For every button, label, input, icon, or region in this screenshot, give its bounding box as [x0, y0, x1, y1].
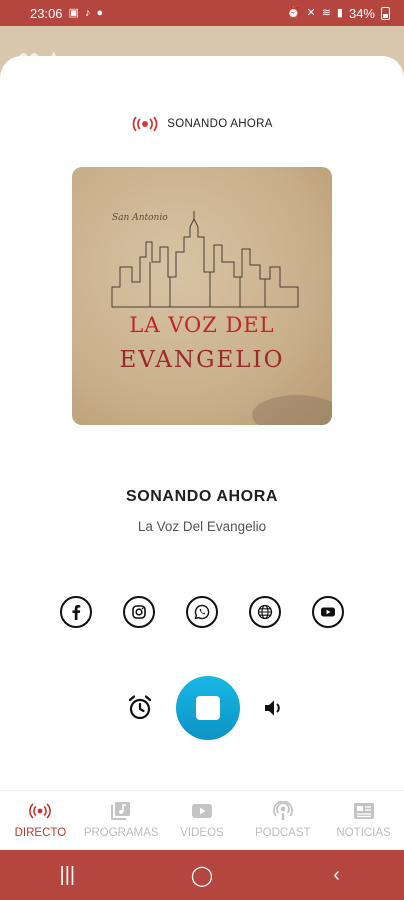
- tab-noticias-label: NOTICIAS: [336, 827, 391, 839]
- now-playing-title: SONANDO AHORA: [125, 488, 279, 505]
- recent-apps-icon[interactable]: |||: [37, 864, 97, 887]
- tab-directo[interactable]: DIRECTO: [0, 791, 81, 850]
- player-controls: [0, 676, 404, 740]
- gallery-icon: ▣: [68, 6, 79, 19]
- video-icon: [191, 804, 212, 818]
- live-icon: [29, 803, 52, 819]
- system-navigation-bar: ||| ◯ ‹: [0, 850, 404, 900]
- volume-icon[interactable]: [262, 696, 286, 720]
- cover-script-text: San Antonio: [112, 213, 168, 223]
- news-icon: [353, 803, 374, 819]
- tab-programas[interactable]: PROGRAMAS: [81, 791, 162, 850]
- cover-stain: [252, 395, 332, 425]
- tab-noticias[interactable]: NOTICIAS: [323, 791, 404, 850]
- facebook-icon: [72, 605, 81, 620]
- music-note-icon: ♪: [84, 6, 91, 19]
- website-button[interactable]: [249, 596, 281, 628]
- status-left: 23:06 ▣ ♪ ●: [30, 6, 103, 21]
- back-icon[interactable]: ‹: [307, 864, 367, 887]
- station-name: La Voz Del Evangelio: [137, 519, 267, 534]
- instagram-button[interactable]: [123, 596, 155, 628]
- playlist-icon: [111, 802, 131, 820]
- tab-podcast[interactable]: PODCAST: [242, 791, 323, 850]
- youtube-icon: [321, 607, 335, 617]
- whatsapp-button[interactable]: [186, 596, 218, 628]
- tab-videos[interactable]: VIDEOS: [162, 791, 243, 850]
- tab-programas-label: PROGRAMAS: [83, 827, 159, 839]
- live-label: SONANDO AHORA: [167, 118, 273, 130]
- tab-podcast-label: PODCAST: [254, 827, 311, 839]
- signal-status-icon: ▮: [336, 6, 343, 19]
- cover-title-line1: LA VOZ DEL: [129, 313, 275, 337]
- live-header: SONANDO AHORA: [0, 116, 404, 132]
- podcast-icon: [272, 801, 293, 820]
- app-notification-icon: ●: [96, 6, 104, 19]
- status-time: 23:06: [30, 5, 63, 21]
- broadcast-icon: [132, 116, 158, 132]
- home-icon[interactable]: ◯: [172, 863, 232, 888]
- album-cover: San Antonio LA VOZ DEL EVANGELIO: [72, 167, 332, 425]
- status-bar: 23:06 ▣ ♪ ● ⏰ ✕ ≋ ▮ 34%: [0, 0, 404, 26]
- tab-videos-label: VIDEOS: [180, 827, 224, 839]
- skyline-illustration: [111, 211, 299, 308]
- status-right: ⏰ ✕ ≋ ▮ 34%: [287, 6, 390, 21]
- mute-status-icon: ✕: [306, 6, 316, 19]
- battery-percent: 34%: [348, 5, 375, 21]
- social-links: [0, 596, 404, 628]
- facebook-button[interactable]: [60, 596, 92, 628]
- youtube-button[interactable]: [312, 596, 344, 628]
- bottom-navigation: DIRECTO PROGRAMAS VIDEOS PODCAST NOTICIA…: [0, 790, 404, 850]
- whatsapp-icon: [194, 604, 210, 620]
- tab-directo-label: DIRECTO: [14, 827, 67, 839]
- battery-icon: [381, 6, 390, 20]
- stop-button[interactable]: [176, 676, 240, 740]
- cover-title-line2: EVANGELIO: [119, 347, 285, 373]
- alarm-status-icon: ⏰: [286, 6, 301, 19]
- globe-icon: [257, 604, 273, 620]
- alarm-clock-icon[interactable]: [126, 694, 154, 722]
- instagram-icon: [132, 605, 146, 619]
- wifi-status-icon: ≋: [321, 6, 331, 19]
- stop-icon: [196, 696, 220, 720]
